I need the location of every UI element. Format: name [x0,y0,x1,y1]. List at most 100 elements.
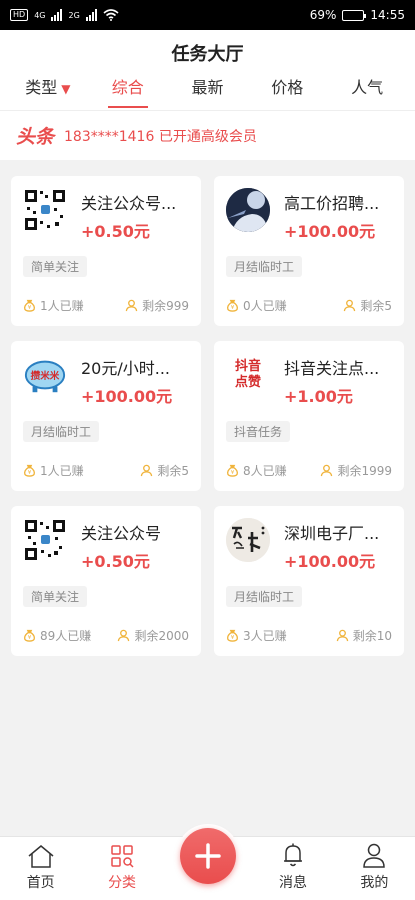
tabbar-messages[interactable]: 消息 [252,837,333,900]
task-title: 20元/小时... [81,359,171,378]
task-title: 高工价招聘... [284,194,380,213]
task-price: +0.50元 [81,552,150,571]
task-card[interactable]: 关注公众号 +0.50元 简单关注 ¥89人已赚 剩余2000 [11,506,201,656]
task-card[interactable]: 攒米米 20元/小时... +100.00元 月结临时工 ¥1人已赚 剩余5 [11,341,201,491]
task-tag: 月结临时工 [226,256,303,277]
svg-text:¥: ¥ [28,635,32,641]
earned-count: 0人已赚 [243,299,287,313]
remaining-count: 剩余5 [360,299,392,313]
headline-text: 183****1416 已开通高级会员 [64,128,257,145]
task-tag: 简单关注 [23,256,88,277]
bottom-tab-bar: 首页 分类 消息 我的 [0,824,415,900]
task-card[interactable]: 抖音 点赞 抖音关注点... +1.00元 抖音任务 ¥8人已赚 剩余1999 [214,341,404,491]
qr-code-thumbnail [23,188,67,232]
person-photo-thumbnail [226,188,270,232]
task-card[interactable]: 深圳电子厂... +100.00元 月结临时工 ¥3人已赚 剩余10 [214,506,404,656]
header: 任务大厅 类型 ▼ 综合 最新 价格 人气 [0,30,415,110]
douyin-thumb-text-2: 点赞 [234,375,261,390]
task-grid: 关注公众号... +0.50元 简单关注 ¥1人已赚 剩余999 高工价招聘..… [11,176,404,656]
piggy-bank-logo-thumbnail: 攒米米 [23,353,67,397]
headline-tag: 头条 [16,126,55,148]
tab-type[interactable]: 类型 ▼ [8,70,88,110]
earned-count: 1人已赚 [40,464,84,478]
task-price: +1.00元 [284,387,353,406]
tabbar-home-label: 首页 [26,875,55,891]
page-title: 任务大厅 [171,44,244,65]
remaining-count: 剩余1999 [337,464,392,478]
qr-code-thumbnail [23,518,67,562]
tabbar-home[interactable]: 首页 [0,837,81,900]
task-title: 关注公众号 [81,524,162,543]
user-icon [118,629,130,642]
tabbar-category[interactable]: 分类 [81,837,162,900]
plus-icon [194,843,221,869]
piggy-logo-text: 攒米米 [31,370,60,382]
tabbar-category-label: 分类 [108,875,137,891]
user-icon [321,464,333,477]
task-title: 深圳电子厂... [284,524,380,543]
battery-icon [342,9,367,21]
task-tag: 抖音任务 [226,421,291,442]
headline-banner[interactable]: 头条 183****1416 已开通高级会员 [0,110,415,160]
earned-count: 8人已赚 [243,464,287,478]
task-price: +100.00元 [284,222,376,241]
money-bag-icon: ¥ [227,299,238,312]
earned-count: 3人已赚 [243,629,287,643]
task-title: 抖音关注点... [284,359,380,378]
remaining-count: 剩余10 [352,629,392,643]
caret-down-icon: ▼ [61,82,71,96]
user-icon [336,629,348,642]
fab-container [175,824,240,888]
remaining-count: 剩余999 [142,299,189,313]
earned-count: 89人已赚 [40,629,92,643]
tab-popularity[interactable]: 人气 [327,70,407,110]
earned-count: 1人已赚 [40,299,84,313]
tabbar-profile[interactable]: 我的 [334,837,415,900]
calligraphy-thumbnail [226,518,270,562]
user-icon [125,299,138,312]
remaining-count: 剩余5 [157,464,189,478]
task-tag: 月结临时工 [226,586,303,607]
money-bag-icon: ¥ [24,464,35,477]
douyin-thumbnail: 抖音 点赞 [226,353,270,397]
task-tag: 月结临时工 [23,421,100,442]
tabbar-profile-label: 我的 [360,875,389,891]
filter-tabs: 类型 ▼ 综合 最新 价格 人气 [0,70,415,110]
home-icon [28,845,54,868]
money-bag-icon: ¥ [227,629,238,642]
signal-bars-2-icon [85,9,97,21]
sim-icon: HD [10,9,29,21]
money-bag-icon: ¥ [24,299,35,312]
task-price: +100.00元 [81,387,173,406]
signal-label-1: 4G [34,10,46,20]
user-icon [344,299,356,312]
tabbar-messages-label: 消息 [278,875,307,891]
tab-comprehensive[interactable]: 综合 [88,70,168,110]
tab-type-label: 类型 [25,78,58,97]
signal-label-2: 2G [68,10,80,20]
tab-price[interactable]: 价格 [247,70,327,110]
remaining-count: 剩余2000 [134,629,189,643]
tab-latest[interactable]: 最新 [168,70,248,110]
category-icon [111,845,134,868]
signal-bars-icon [51,9,63,21]
task-price: +0.50元 [81,222,150,241]
profile-icon [363,843,386,868]
svg-text:¥: ¥ [28,305,32,311]
task-card[interactable]: 高工价招聘... +100.00元 月结临时工 ¥0人已赚 剩余5 [214,176,404,326]
battery-percent: 69% [309,8,337,22]
user-icon [141,464,153,477]
clock: 14:55 [370,8,405,22]
money-bag-icon: ¥ [24,629,35,642]
douyin-thumb-text-1: 抖音 [234,359,261,374]
add-task-button[interactable] [179,828,236,884]
task-tag: 简单关注 [23,586,88,607]
task-card[interactable]: 关注公众号... +0.50元 简单关注 ¥1人已赚 剩余999 [11,176,201,326]
wifi-icon [103,9,119,21]
svg-text:¥: ¥ [231,635,235,641]
svg-text:¥: ¥ [231,305,235,311]
svg-text:¥: ¥ [28,470,32,476]
task-title: 关注公众号... [81,194,177,213]
bell-icon [283,843,302,867]
status-bar: HD 4G 2G 69% 14:55 [0,0,415,30]
